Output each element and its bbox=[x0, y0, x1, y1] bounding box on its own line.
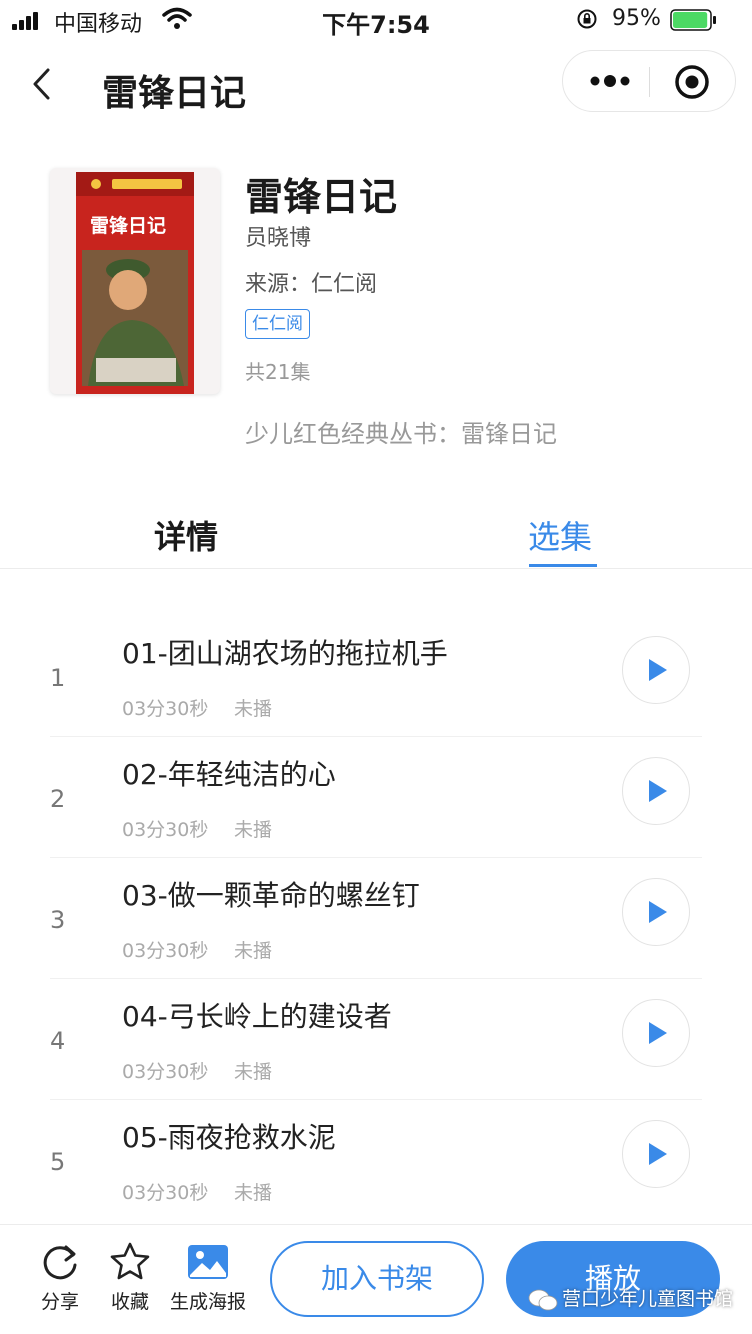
episode-number: 2 bbox=[50, 785, 66, 813]
battery-percent: 95% bbox=[612, 6, 661, 31]
book-title: 雷锋日记 bbox=[245, 175, 398, 219]
back-icon[interactable] bbox=[24, 62, 60, 106]
episode-status: 未播 bbox=[234, 1182, 273, 1204]
page: 中国移动 下午7:54 95% 雷锋日记 雷锋日记 雷锋日记 员晓博 来源：仁仁… bbox=[0, 0, 752, 1334]
episode-status: 未播 bbox=[234, 698, 273, 720]
episode-duration: 03分30秒 bbox=[122, 698, 209, 720]
favorite-label: 收藏 bbox=[110, 1291, 149, 1313]
share-button[interactable]: 分享 bbox=[34, 1241, 86, 1314]
episode-title[interactable]: 01-团山湖农场的拖拉机手 bbox=[122, 632, 448, 672]
episode-number: 5 bbox=[50, 1148, 66, 1176]
favorite-button[interactable]: 收藏 bbox=[104, 1241, 156, 1314]
play-button[interactable] bbox=[622, 1120, 690, 1188]
book-author: 员晓博 bbox=[245, 226, 312, 251]
episode-number: 1 bbox=[50, 664, 66, 692]
episode-duration: 03分30秒 bbox=[122, 940, 209, 962]
play-button[interactable] bbox=[622, 636, 690, 704]
episode-duration: 03分30秒 bbox=[122, 1061, 209, 1083]
share-label: 分享 bbox=[40, 1291, 79, 1313]
more-dots-icon[interactable] bbox=[585, 61, 635, 101]
active-tab-indicator bbox=[529, 564, 597, 567]
book-series: 少儿红色经典丛书：雷锋日记 bbox=[245, 420, 557, 448]
play-button[interactable] bbox=[622, 999, 690, 1067]
page-title: 雷锋日记 bbox=[102, 73, 247, 114]
episode-status: 未播 bbox=[234, 940, 273, 962]
episode-row[interactable]: 4 04-弓长岭上的建设者 03分30秒 未播 bbox=[0, 979, 752, 1100]
book-cover: 雷锋日记 bbox=[50, 168, 220, 394]
book-cover-image: 雷锋日记 bbox=[76, 172, 194, 394]
episode-title[interactable]: 02-年轻纯洁的心 bbox=[122, 753, 336, 793]
play-button[interactable] bbox=[622, 757, 690, 825]
star-icon bbox=[110, 1242, 150, 1280]
target-icon[interactable] bbox=[673, 63, 711, 101]
episode-duration: 03分30秒 bbox=[122, 1182, 209, 1204]
tab-detail[interactable]: 详情 bbox=[154, 512, 218, 558]
play-icon bbox=[649, 1143, 667, 1165]
episode-title[interactable]: 04-弓长岭上的建设者 bbox=[122, 995, 392, 1035]
episode-count: 共21集 bbox=[245, 360, 311, 384]
watermark: 营口少年儿童图书馆 bbox=[528, 1284, 733, 1318]
play-icon bbox=[649, 659, 667, 681]
play-button[interactable] bbox=[622, 878, 690, 946]
play-icon bbox=[649, 1022, 667, 1044]
tab-episodes[interactable]: 选集 bbox=[528, 512, 592, 558]
capsule-divider bbox=[649, 67, 650, 97]
poster-label: 生成海报 bbox=[169, 1291, 246, 1313]
episode-title[interactable]: 05-雨夜抢救水泥 bbox=[122, 1116, 336, 1156]
image-icon bbox=[188, 1245, 228, 1279]
wechat-icon bbox=[528, 1289, 558, 1310]
episode-row[interactable]: 5 05-雨夜抢救水泥 03分30秒 未播 bbox=[0, 1100, 752, 1221]
episode-duration: 03分30秒 bbox=[122, 819, 209, 841]
episode-row[interactable]: 2 02-年轻纯洁的心 03分30秒 未播 bbox=[0, 737, 752, 858]
rotation-lock-icon bbox=[577, 9, 597, 29]
tab-bar: 详情 选集 bbox=[0, 500, 752, 569]
cover-title-text: 雷锋日记 bbox=[90, 214, 166, 237]
episode-title[interactable]: 03-做一颗革命的螺丝钉 bbox=[122, 874, 420, 914]
source-tag[interactable]: 仁仁阅 bbox=[245, 309, 310, 339]
nav-bar: 雷锋日记 bbox=[0, 44, 752, 128]
play-icon bbox=[649, 780, 667, 802]
episode-row[interactable]: 3 03-做一颗革命的螺丝钉 03分30秒 未播 bbox=[0, 858, 752, 979]
add-to-shelf-button[interactable]: 加入书架 bbox=[270, 1241, 484, 1317]
episode-number: 3 bbox=[50, 906, 66, 934]
mini-program-capsule bbox=[562, 50, 736, 112]
battery-icon bbox=[670, 9, 716, 31]
episode-number: 4 bbox=[50, 1027, 66, 1055]
episode-status: 未播 bbox=[234, 1061, 273, 1083]
episode-status: 未播 bbox=[234, 819, 273, 841]
episode-row[interactable]: 1 01-团山湖农场的拖拉机手 03分30秒 未播 bbox=[0, 616, 752, 737]
status-bar: 中国移动 下午7:54 95% bbox=[0, 0, 752, 40]
book-source: 来源：仁仁阅 bbox=[245, 272, 378, 297]
play-icon bbox=[649, 901, 667, 923]
watermark-text: 营口少年儿童图书馆 bbox=[562, 1288, 734, 1310]
share-icon bbox=[43, 1245, 77, 1280]
poster-button[interactable]: 生成海报 bbox=[166, 1241, 250, 1314]
